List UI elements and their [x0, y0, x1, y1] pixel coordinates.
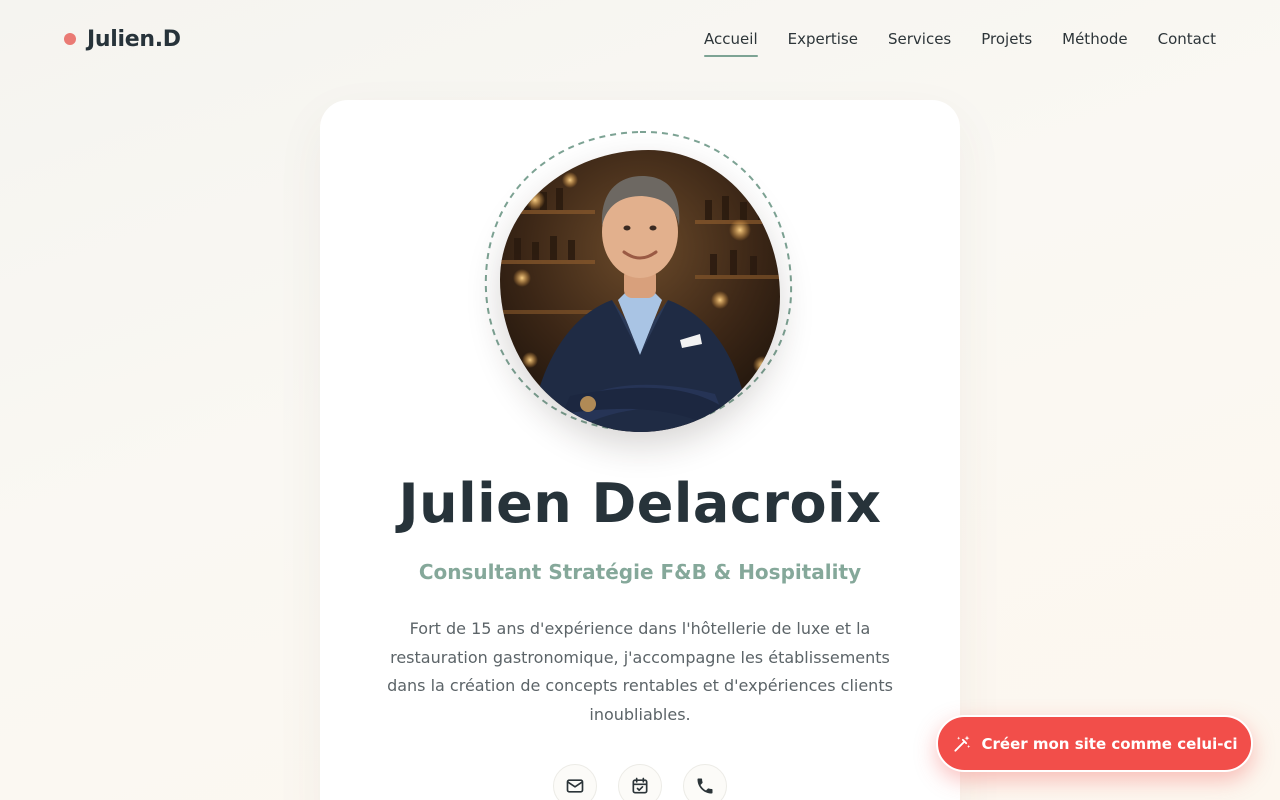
nav-link-services[interactable]: Services — [888, 24, 951, 54]
create-site-label: Créer mon site comme celui-ci — [981, 734, 1238, 753]
nav-link-projets[interactable]: Projets — [981, 24, 1032, 54]
calendar-button[interactable] — [618, 764, 662, 800]
site-header: Julien.D Accueil Expertise Services Proj… — [0, 0, 1280, 78]
contact-icon-row — [320, 764, 960, 800]
profile-photo-frame — [480, 125, 800, 445]
profile-card: Julien Delacroix Consultant Stratégie F&… — [320, 100, 960, 800]
phone-button[interactable] — [683, 764, 727, 800]
main-nav: Accueil Expertise Services Projets Métho… — [704, 24, 1216, 57]
brand-logo[interactable]: Julien.D — [64, 27, 181, 52]
profile-role: Consultant Stratégie F&B & Hospitality — [418, 560, 862, 584]
mail-icon — [566, 779, 584, 793]
brand-name: Julien.D — [87, 26, 181, 52]
nav-link-methode[interactable]: Méthode — [1062, 24, 1128, 54]
page: Julien.D Accueil Expertise Services Proj… — [0, 0, 1280, 800]
calendar-check-icon — [632, 777, 648, 794]
create-site-button[interactable]: Créer mon site comme celui-ci — [936, 715, 1253, 772]
email-button[interactable] — [553, 764, 597, 800]
phone-icon — [697, 778, 713, 794]
profile-name: Julien Delacroix — [398, 472, 882, 535]
brand-dot-icon — [64, 33, 76, 45]
nav-link-contact[interactable]: Contact — [1158, 24, 1216, 54]
nav-link-expertise[interactable]: Expertise — [788, 24, 858, 54]
nav-link-accueil[interactable]: Accueil — [704, 24, 758, 57]
profile-bio: Fort de 15 ans d'expérience dans l'hôtel… — [387, 619, 893, 724]
magic-wand-icon — [953, 735, 970, 752]
